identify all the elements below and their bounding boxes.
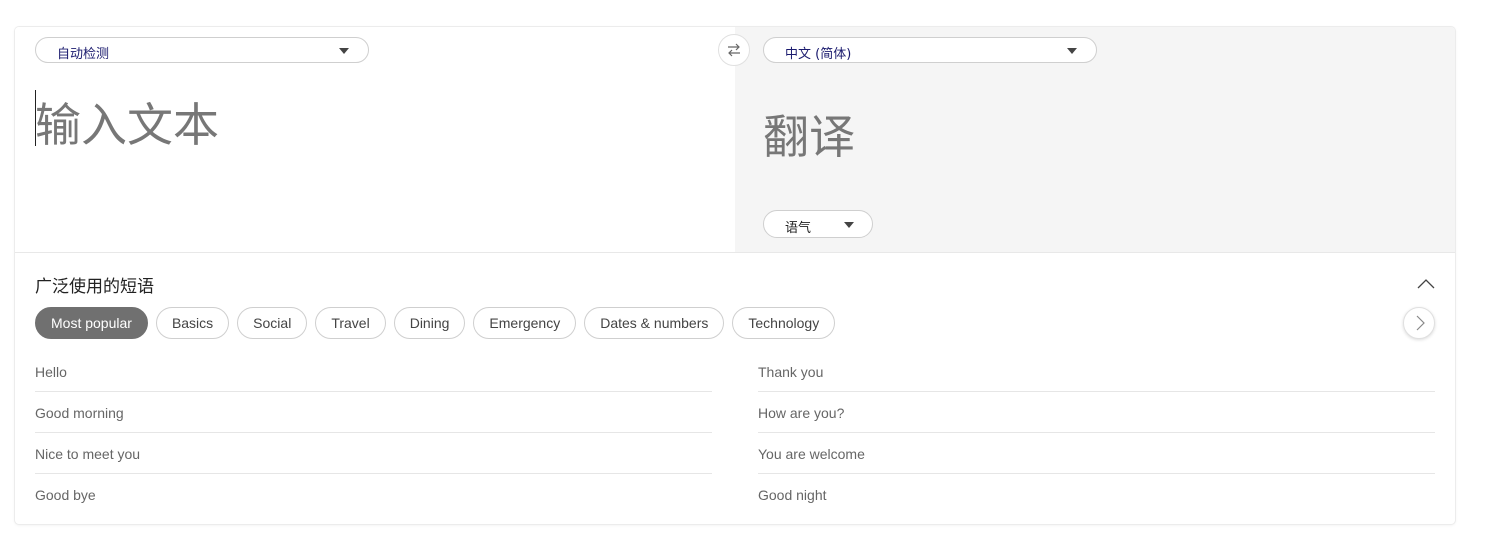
category-travel[interactable]: Travel [315,307,386,339]
tone-select[interactable]: 语气 [763,210,873,238]
list-item[interactable]: Nice to meet you [35,433,712,474]
list-item[interactable]: Good bye [35,474,712,515]
source-pane: 自动检测 [15,27,735,252]
triangle-down-icon [1067,48,1077,54]
category-technology[interactable]: Technology [732,307,836,339]
phrase-list-right: Thank you How are you? You are welcome G… [758,351,1435,515]
phrase-categories: Most popular Basics Social Travel Dining… [35,307,836,339]
list-item[interactable]: Good morning [35,392,712,433]
text-cursor [35,90,36,146]
translation-panes: 自动检测 中文 (简体) 翻译 语气 [15,27,1455,253]
translator-card: 自动检测 中文 (简体) 翻译 语气 广泛使用的短语 [15,27,1455,524]
category-most-popular[interactable]: Most popular [35,307,148,339]
category-dates-numbers[interactable]: Dates & numbers [584,307,725,339]
category-dining[interactable]: Dining [393,307,466,339]
triangle-down-icon [844,222,854,228]
category-emergency[interactable]: Emergency [473,307,577,339]
swap-languages-button[interactable] [718,34,750,66]
translation-output: 翻译 [763,110,855,164]
list-item[interactable]: Thank you [758,351,1435,392]
phrases-title: 广泛使用的短语 [35,277,154,297]
target-language-select[interactable]: 中文 (简体) [763,37,1097,63]
triangle-down-icon [339,48,349,54]
source-language-select[interactable]: 自动检测 [35,37,369,63]
target-language-label: 中文 (简体) [785,47,852,62]
source-language-label: 自动检测 [57,47,110,62]
list-item[interactable]: Hello [35,351,712,392]
swap-arrows-icon [728,43,740,57]
target-pane: 中文 (简体) 翻译 语气 [735,27,1455,252]
list-item[interactable]: You are welcome [758,433,1435,474]
category-basics[interactable]: Basics [155,307,230,339]
chevron-up-icon [1417,279,1435,289]
next-categories-button[interactable] [1403,307,1435,339]
list-item[interactable]: How are you? [758,392,1435,433]
tone-label: 语气 [785,221,812,236]
collapse-phrases-button[interactable] [1415,273,1437,295]
phrase-list-left: Hello Good morning Nice to meet you Good… [35,351,712,515]
source-text-input[interactable] [35,89,715,209]
chevron-right-icon [1416,315,1425,331]
list-item[interactable]: Good night [758,474,1435,515]
category-social[interactable]: Social [237,307,308,339]
